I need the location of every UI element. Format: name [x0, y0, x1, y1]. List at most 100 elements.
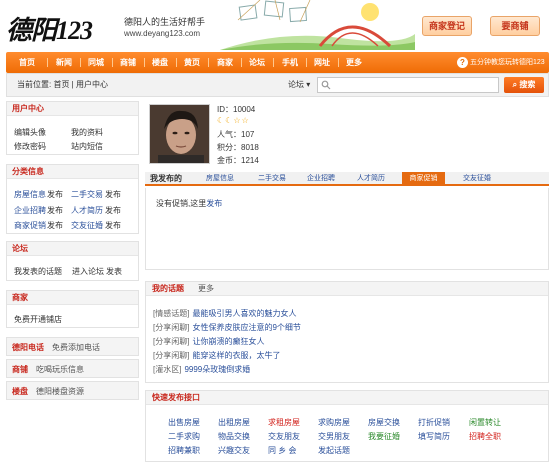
- topic-title[interactable]: 让你崩溃的癫狂女人: [192, 337, 264, 346]
- empty-message-text: 没有促销,这里: [156, 199, 207, 208]
- search-icon: ⌕: [512, 80, 518, 89]
- nav-item-mobile[interactable]: 手机: [282, 52, 298, 73]
- forum-post-link[interactable]: 发表: [106, 266, 122, 277]
- breadcrumb: 当前位置: 首页 | 用户中心: [17, 80, 108, 89]
- more-topics-link[interactable]: 更多: [198, 282, 214, 296]
- sidebar-row-value: 吃喝玩乐信息: [36, 365, 84, 374]
- quick-post-link[interactable]: 填写简历: [418, 431, 450, 442]
- sidebar-row-phone[interactable]: 德阳电话 免费添加电话: [6, 337, 139, 356]
- post-link[interactable]: 发布: [47, 189, 63, 200]
- sidebar-row-shops[interactable]: 商铺 吃喝玩乐信息: [6, 359, 139, 378]
- my-topics-title[interactable]: 我的话题: [152, 282, 184, 296]
- sidebar-row-value: 免费添加电话: [52, 343, 100, 352]
- nav-item-forum[interactable]: 论坛: [249, 52, 265, 73]
- quick-post-link[interactable]: 物品交换: [218, 431, 250, 442]
- quick-post-link[interactable]: 兴趣交友: [218, 445, 250, 456]
- tab-housing[interactable]: 房屋信息: [206, 172, 234, 186]
- nav-item-realestate[interactable]: 楼盘: [152, 52, 168, 73]
- topic-item[interactable]: [分享闲聊] 能穿这样的衣服，太牛了: [153, 350, 280, 361]
- change-password-link[interactable]: 修改密码: [14, 141, 46, 152]
- quick-post-link[interactable]: 房屋交换: [368, 417, 400, 428]
- classifieds-box: 分类信息 房屋信息 发布 二手交易 发布 企业招聘 发布 人才简历 发布 商家促…: [6, 164, 139, 234]
- sidebar-row-key: 商铺: [12, 365, 28, 374]
- nav-divider: [112, 58, 113, 67]
- user-popularity: 人气：107: [217, 130, 255, 139]
- promotions-link[interactable]: 商家促销: [14, 220, 46, 231]
- nav-item-shops[interactable]: 商铺: [120, 52, 136, 73]
- quick-post-link[interactable]: 招聘全职: [469, 431, 501, 442]
- forum-box: 论坛 我发表的话题 进入论坛 发表: [6, 241, 139, 281]
- inbox-link[interactable]: 站内短信: [71, 141, 103, 152]
- topic-title[interactable]: 女性保养皮肤应注意的9个细节: [192, 323, 300, 332]
- nav-divider: [273, 58, 274, 67]
- dating-link[interactable]: 交友征婚: [71, 220, 103, 231]
- tab-jobs[interactable]: 企业招聘: [307, 172, 335, 186]
- tab-resumes[interactable]: 人才简历: [357, 172, 385, 186]
- edit-avatar-link[interactable]: 编辑头像: [14, 127, 46, 138]
- site-header: 德阳123 德阳人的生活好帮手 www.deyang123.com 商家登记 要…: [0, 0, 552, 52]
- quick-post-link[interactable]: 交男朋友: [318, 431, 350, 442]
- site-logo[interactable]: 德阳123: [6, 10, 93, 47]
- tab-dating[interactable]: 交友征婚: [463, 172, 491, 186]
- post-link[interactable]: 发布: [105, 220, 121, 231]
- topic-item[interactable]: [分享闲聊] 女性保养皮肤应注意的9个细节: [153, 322, 301, 333]
- nav-divider: [241, 58, 242, 67]
- post-link[interactable]: 发布: [47, 205, 63, 216]
- classifieds-title: 分类信息: [7, 165, 138, 179]
- open-shop-link[interactable]: 免费开通铺店: [14, 314, 62, 325]
- quick-post-link[interactable]: 二手求购: [168, 431, 200, 442]
- nav-item-news[interactable]: 新闻: [56, 52, 72, 73]
- topics-header: 我的话题 更多: [146, 282, 548, 296]
- merchant-register-button[interactable]: 商家登记: [422, 16, 472, 36]
- quick-post-link[interactable]: 求购房屋: [318, 417, 350, 428]
- user-gold: 金币：1214: [217, 156, 259, 165]
- topic-title[interactable]: 能穿这样的衣服，太牛了: [192, 351, 280, 360]
- quick-post-link[interactable]: 出租房屋: [218, 417, 250, 428]
- resumes-link[interactable]: 人才简历: [71, 205, 103, 216]
- post-link[interactable]: 发布: [105, 189, 121, 200]
- quick-post-link[interactable]: 出售房屋: [168, 417, 200, 428]
- nav-item-local[interactable]: 同城: [88, 52, 104, 73]
- sidebar-row-key: 德阳电话: [12, 343, 44, 352]
- recruit-shop-button[interactable]: 要商铺: [490, 16, 540, 36]
- quick-post-link[interactable]: 打折促销: [418, 417, 450, 428]
- search-input[interactable]: [317, 77, 499, 93]
- quick-post-link[interactable]: 发起话题: [318, 445, 350, 456]
- secondhand-link[interactable]: 二手交易: [71, 189, 103, 200]
- nav-item-merchants[interactable]: 商家: [217, 52, 233, 73]
- enter-forum-link[interactable]: 进入论坛: [72, 266, 104, 277]
- avatar[interactable]: [149, 104, 210, 164]
- topic-title[interactable]: 9999朵玫瑰倒求婚: [184, 365, 250, 374]
- quick-post-link[interactable]: 我要征婚: [368, 431, 400, 442]
- site-slogan: 德阳人的生活好帮手: [124, 17, 206, 27]
- quick-post-link[interactable]: 招聘兼职: [168, 445, 200, 456]
- topic-item[interactable]: [分享闲聊] 让你崩溃的癫狂女人: [153, 336, 264, 347]
- post-link[interactable]: 发布: [47, 220, 63, 231]
- post-promotion-link[interactable]: 发布: [206, 199, 222, 208]
- sidebar-row-realestate[interactable]: 楼盘 德阳楼盘资源: [6, 381, 139, 400]
- my-topics-link[interactable]: 我发表的话题: [14, 266, 62, 277]
- nav-item-home[interactable]: 首页: [19, 52, 35, 73]
- tab-promotions[interactable]: 商家促销: [402, 172, 445, 186]
- topic-item[interactable]: [灌水区] 9999朵玫瑰倒求婚: [153, 364, 250, 375]
- main-nav: 首页 新闻 同城 商铺 楼盘 黄页 商家 论坛 手机 网址 更多 ? 五分钟教您…: [6, 52, 549, 73]
- nav-item-more[interactable]: 更多: [346, 52, 362, 73]
- topic-item[interactable]: [情感话题] 最能吸引男人喜欢的魅力女人: [153, 308, 296, 319]
- nav-item-yellowpages[interactable]: 黄页: [184, 52, 200, 73]
- tab-secondhand[interactable]: 二手交易: [258, 172, 286, 186]
- search-scope-select[interactable]: 论坛 ▾: [288, 78, 310, 92]
- quick-post-link[interactable]: 同 乡 会: [268, 445, 296, 456]
- post-link[interactable]: 发布: [105, 205, 121, 216]
- job-postings-link[interactable]: 企业招聘: [14, 205, 46, 216]
- my-profile-link[interactable]: 我的资料: [71, 127, 103, 138]
- search-icon: [321, 80, 331, 90]
- search-button[interactable]: ⌕ 搜索: [504, 77, 544, 93]
- quick-post-link[interactable]: 交友朋友: [268, 431, 300, 442]
- nav-guide-link[interactable]: 五分钟教您玩转德阳123: [470, 52, 545, 73]
- quick-post-link[interactable]: 求租房屋: [268, 417, 300, 428]
- user-center-title: 用户中心: [7, 102, 138, 116]
- housing-info-link[interactable]: 房屋信息: [14, 189, 46, 200]
- nav-item-sites[interactable]: 网址: [314, 52, 330, 73]
- topic-title[interactable]: 最能吸引男人喜欢的魅力女人: [192, 309, 296, 318]
- quick-post-link[interactable]: 闲置转让: [469, 417, 501, 428]
